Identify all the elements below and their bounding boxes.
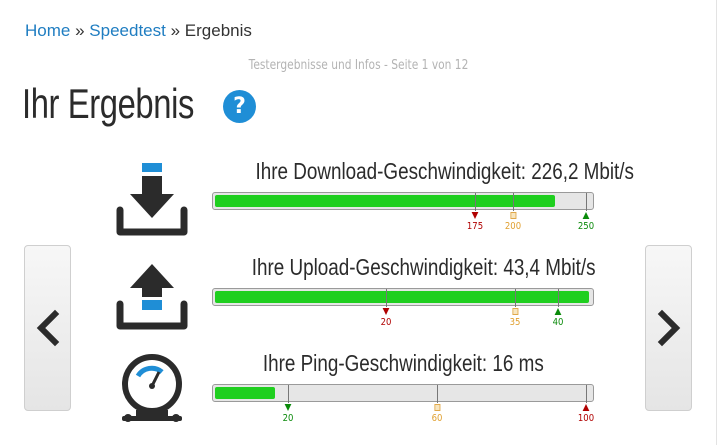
- download-label: Ihre Download-Geschwindigkeit: 226,2 Mbi…: [255, 158, 634, 184]
- download-bar-fill: [215, 195, 555, 207]
- page-frame: Home » Speedtest » Ergebnis Testergebnis…: [0, 0, 717, 445]
- threshold-triangle-down-icon: [382, 308, 390, 315]
- page-title: Ihr Ergebnis: [22, 80, 194, 127]
- threshold-square-icon: [512, 308, 518, 315]
- threshold-value: 40: [552, 317, 564, 328]
- threshold-line: [513, 193, 514, 211]
- threshold-line: [586, 193, 587, 211]
- threshold-value: 35: [509, 317, 521, 328]
- threshold-value: 200: [504, 221, 522, 232]
- chevron-left-icon: [36, 309, 60, 347]
- threshold-marker-medium: 60: [424, 404, 450, 424]
- threshold-value: 250: [577, 221, 595, 232]
- threshold-line: [475, 193, 476, 211]
- ping-gauge-icon: [122, 354, 182, 422]
- breadcrumb: Home » Speedtest » Ergebnis: [25, 21, 252, 41]
- threshold-triangle-up-icon: [554, 308, 562, 315]
- threshold-line: [288, 385, 289, 403]
- upload-bar: [212, 288, 594, 306]
- threshold-marker-bad: 175: [462, 212, 488, 232]
- threshold-marker-good: 250: [573, 212, 599, 232]
- next-page-button[interactable]: [645, 245, 692, 411]
- upload-label: Ihre Upload-Geschwindigkeit: 43,4 Mbit/s: [251, 254, 596, 280]
- ping-label: Ihre Ping-Geschwindigkeit: 16 ms: [262, 350, 544, 376]
- threshold-value: 20: [380, 317, 392, 328]
- upload-bar-fill: [215, 291, 589, 303]
- download-bar: [212, 192, 594, 210]
- threshold-value: 100: [577, 413, 595, 424]
- breadcrumb-current: Ergebnis: [184, 21, 252, 40]
- ping-bar-fill: [215, 387, 275, 399]
- threshold-marker-medium: 35: [502, 308, 528, 328]
- chevron-right-icon: [657, 309, 681, 347]
- threshold-triangle-down-icon: [471, 212, 479, 219]
- threshold-triangle-up-icon: [582, 404, 590, 411]
- threshold-square-icon: [510, 212, 516, 219]
- threshold-marker-good: 20: [275, 404, 301, 424]
- threshold-line: [586, 385, 587, 403]
- threshold-value: 175: [466, 221, 484, 232]
- threshold-line: [386, 289, 387, 307]
- threshold-square-icon: [434, 404, 440, 411]
- threshold-line: [515, 289, 516, 307]
- previous-page-button[interactable]: [24, 245, 71, 411]
- threshold-line: [437, 385, 438, 403]
- threshold-value: 20: [282, 413, 294, 424]
- breadcrumb-separator: »: [75, 21, 85, 40]
- page-subtitle: Testergebnisse und Infos - Seite 1 von 1…: [248, 58, 469, 73]
- threshold-marker-bad: 100: [573, 404, 599, 424]
- threshold-value: 60: [431, 413, 443, 424]
- breadcrumb-home-link[interactable]: Home: [25, 21, 70, 40]
- breadcrumb-speedtest-link[interactable]: Speedtest: [89, 21, 166, 40]
- threshold-marker-good: 40: [545, 308, 571, 328]
- threshold-triangle-down-icon: [284, 404, 292, 411]
- question-circle-icon[interactable]: ?: [223, 90, 256, 123]
- threshold-line: [558, 289, 559, 307]
- threshold-triangle-up-icon: [582, 212, 590, 219]
- download-icon: [116, 163, 188, 236]
- threshold-marker-bad: 20: [373, 308, 399, 328]
- upload-icon: [116, 264, 188, 330]
- threshold-marker-medium: 200: [500, 212, 526, 232]
- ping-bar: [212, 384, 594, 402]
- breadcrumb-separator: »: [170, 21, 181, 40]
